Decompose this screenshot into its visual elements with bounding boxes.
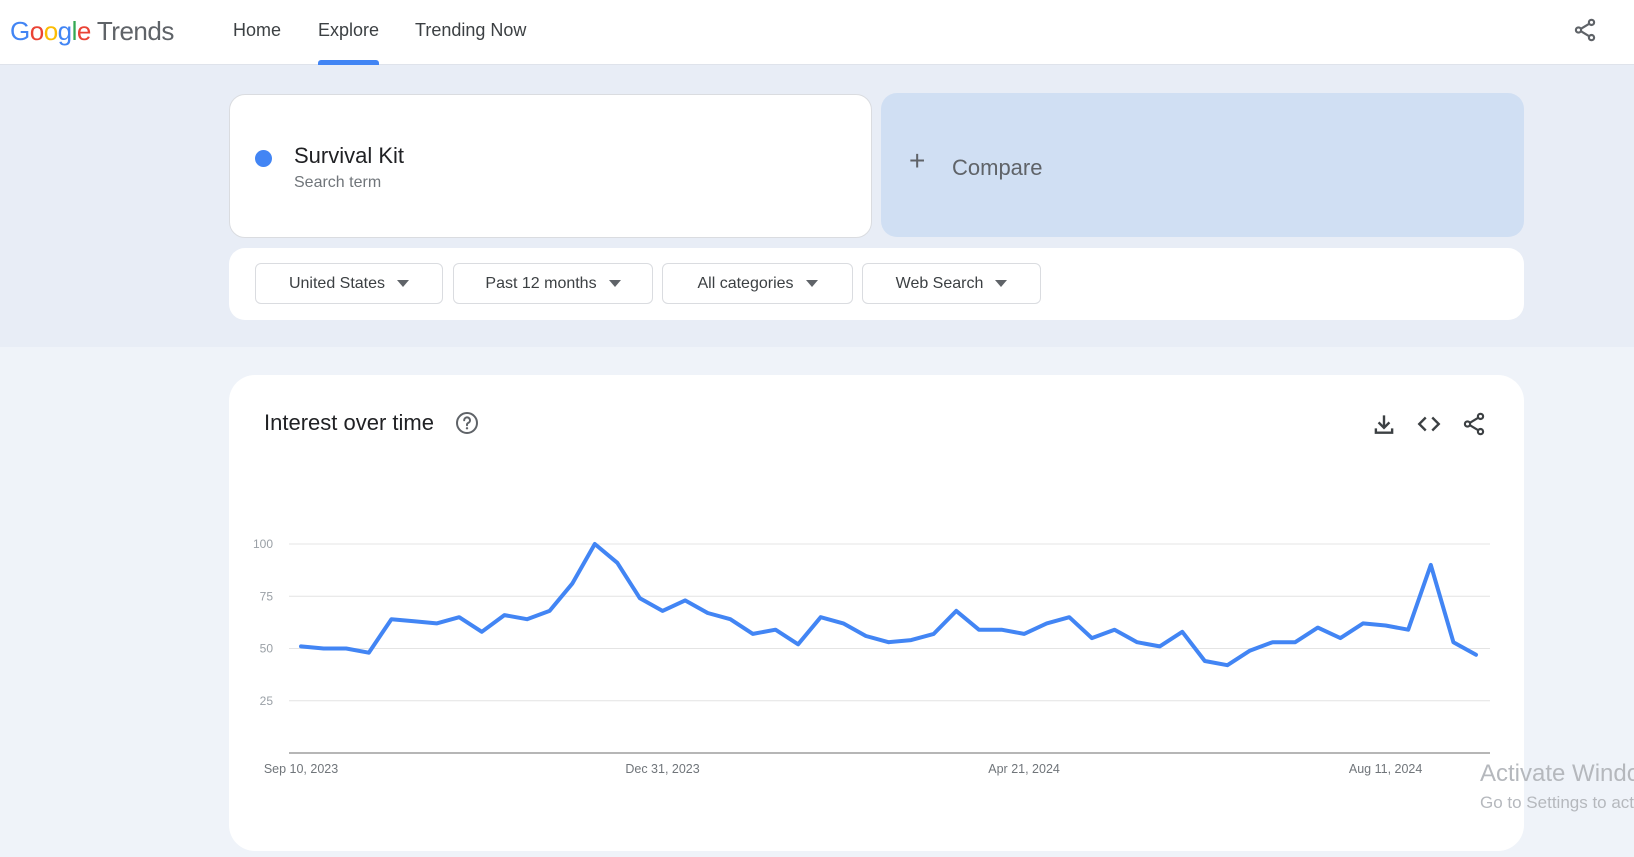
time-range-dropdown-label: Past 12 months (485, 274, 597, 292)
caret-down-icon (608, 280, 621, 287)
compare-label: Compare (952, 155, 1043, 180)
x-tick-label: Sep 10, 2023 (264, 762, 338, 776)
search-term-card[interactable]: Survival Kit Search term (229, 94, 872, 238)
logo-letter: o (29, 16, 44, 46)
logo-product-name: Trends (96, 16, 174, 46)
logo-letter: g (57, 16, 72, 46)
logo-letter: e (76, 16, 91, 46)
term-color-dot (255, 150, 272, 167)
nav-home[interactable]: Home (233, 20, 281, 41)
google-trends-logo[interactable]: Google Trends (10, 16, 174, 47)
filter-bar: United States Past 12 months All categor… (229, 248, 1524, 320)
y-tick-label: 50 (260, 642, 274, 656)
plus-icon: + (909, 145, 926, 176)
caret-down-icon (805, 280, 818, 287)
compare-button[interactable]: + Compare (881, 93, 1524, 237)
category-dropdown-label: All categories (697, 274, 794, 292)
caret-down-icon (397, 280, 410, 287)
region-dropdown[interactable]: United States (255, 263, 443, 304)
x-tick-label: Apr 21, 2024 (988, 762, 1060, 776)
x-tick-label: Dec 31, 2023 (625, 762, 699, 776)
caret-down-icon (995, 280, 1008, 287)
time-range-dropdown[interactable]: Past 12 months (453, 263, 653, 304)
logo-letter: o (43, 16, 58, 46)
search-type-dropdown-label: Web Search (895, 274, 984, 292)
interest-over-time-card: Interest over time 25 50 75 100 Sep 10, 2023… (229, 375, 1524, 851)
activate-windows-title: Activate Windows (1480, 760, 1634, 787)
y-tick-label: 25 (260, 694, 274, 708)
search-type-dropdown[interactable]: Web Search (862, 263, 1041, 304)
share-icon[interactable] (1572, 17, 1598, 43)
y-tick-label: 75 (260, 589, 274, 603)
top-header: Google Trends Home Explore Trending Now (0, 0, 1634, 65)
search-term-type: Search term (294, 174, 382, 191)
y-tick-label: 100 (253, 537, 273, 551)
logo-letter: G (10, 16, 30, 46)
search-term-name[interactable]: Survival Kit (294, 143, 404, 169)
activate-windows-subtitle: Go to Settings to activate Windows. (1480, 793, 1634, 812)
region-dropdown-label: United States (288, 274, 386, 292)
x-tick-label: Aug 11, 2024 (1349, 762, 1422, 776)
interest-line-chart[interactable]: 25 50 75 100 Sep 10, 2023 Dec 31, 2023 Apr 21,… (229, 375, 1524, 851)
series-line (299, 542, 1478, 668)
nav-trending-now[interactable]: Trending Now (415, 20, 526, 41)
nav-explore[interactable]: Explore (318, 20, 379, 41)
category-dropdown[interactable]: All categories (662, 263, 853, 304)
